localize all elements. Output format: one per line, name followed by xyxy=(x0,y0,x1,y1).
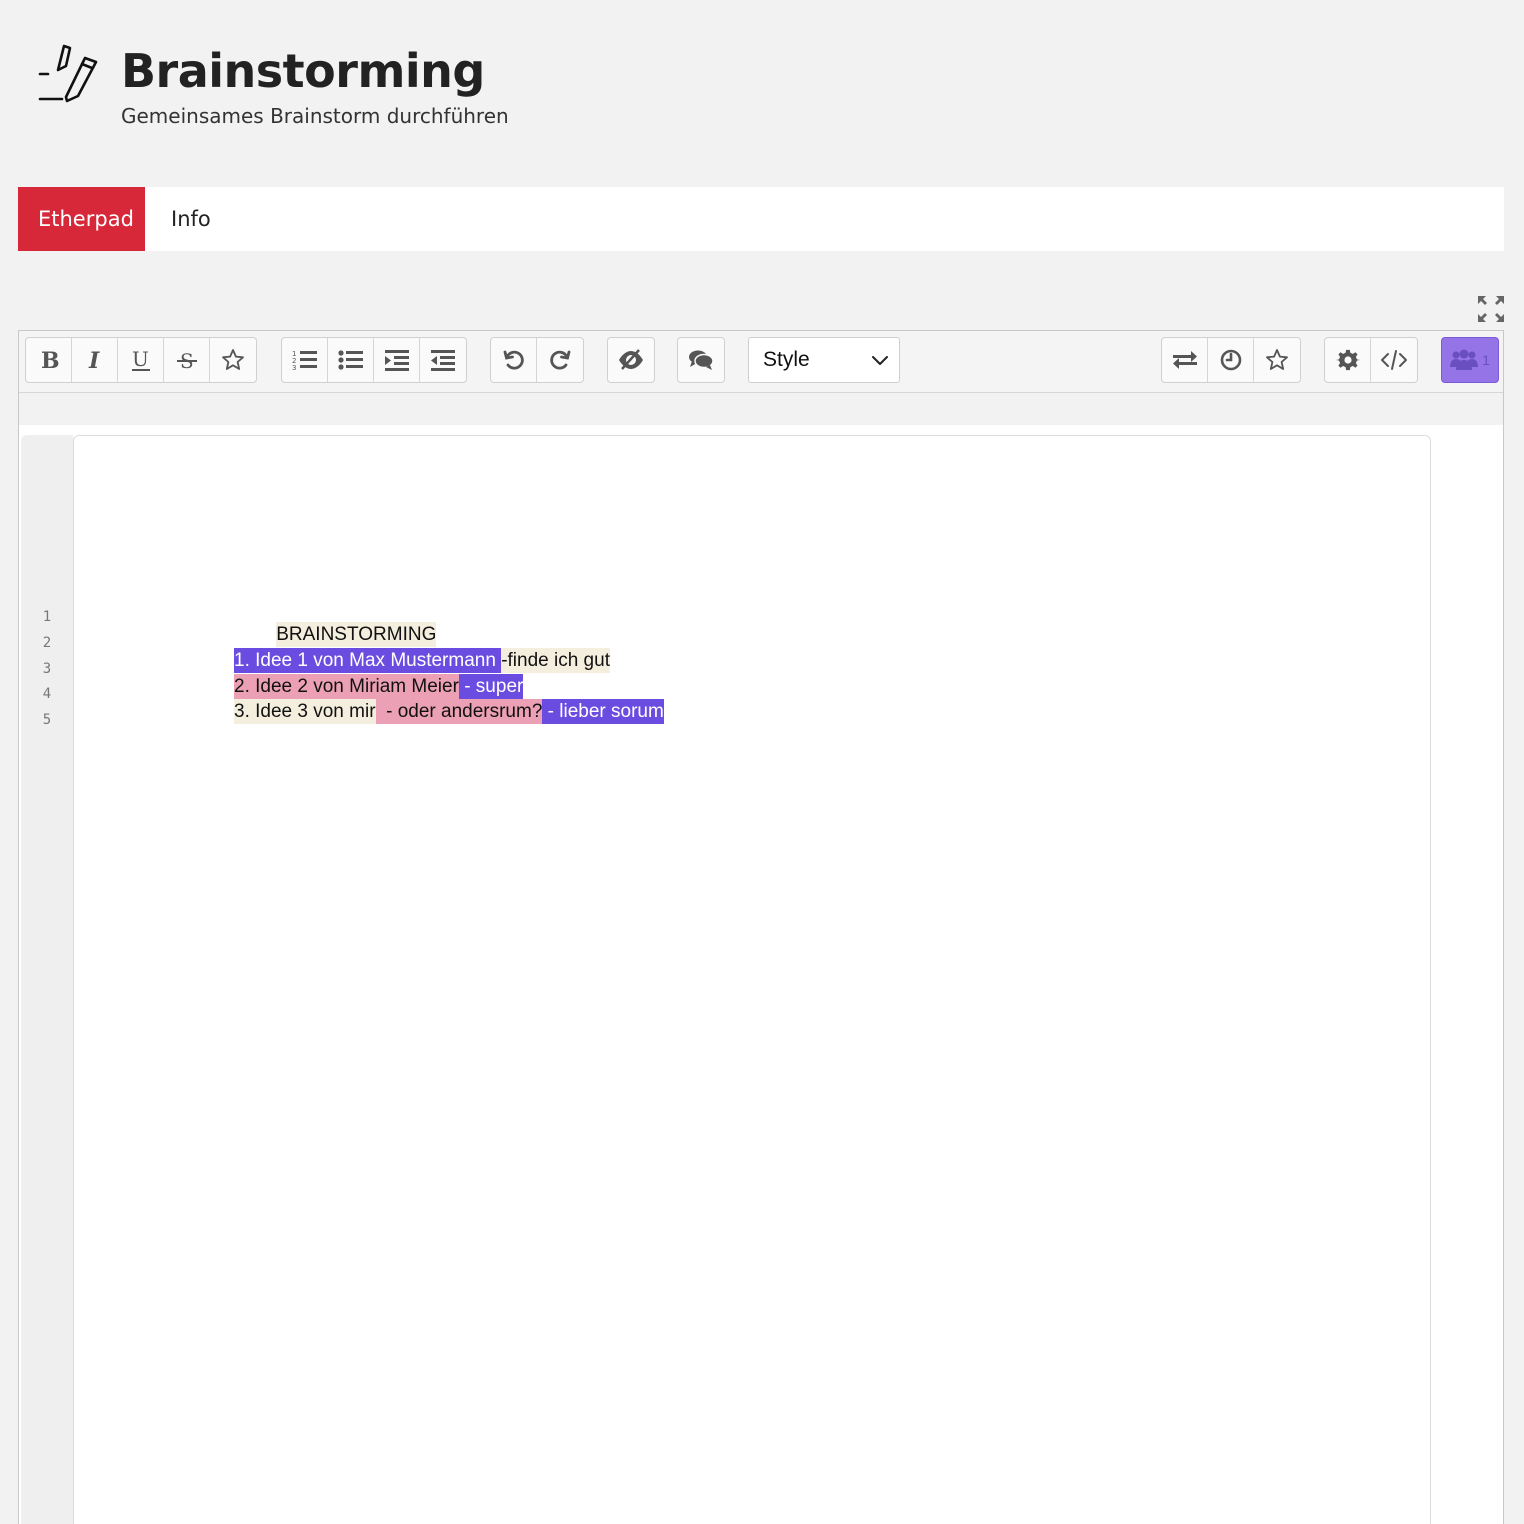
author-colors-toggle[interactable] xyxy=(608,338,654,382)
author-text: - oder andersrum? xyxy=(375,699,543,724)
indent-button[interactable] xyxy=(374,338,420,382)
svg-text:3: 3 xyxy=(292,364,296,372)
settings-button[interactable] xyxy=(1325,338,1371,382)
outdent-button[interactable] xyxy=(420,338,466,382)
eye-slash-icon xyxy=(619,349,643,370)
format-group: B I U S xyxy=(25,337,257,383)
svg-text:U: U xyxy=(132,348,149,371)
users-button[interactable]: 1 xyxy=(1441,337,1499,383)
author-text: BRAINSTORMING xyxy=(276,622,437,647)
list-group: 1 2 3 xyxy=(281,337,467,383)
editor-line-5[interactable]: 3. Idee 3 von mir - oder andersrum? - li… xyxy=(234,699,664,724)
line-number: 3 xyxy=(42,661,52,677)
tab-etherpad[interactable]: Etherpad xyxy=(18,187,145,251)
timeslider-button[interactable] xyxy=(1208,338,1254,382)
document-page[interactable]: BRAINSTORMING 1. Idee 1 von Max Musterma… xyxy=(73,435,1431,1524)
page-title: Brainstorming xyxy=(121,44,485,98)
bold-icon: B xyxy=(41,348,60,372)
italic-icon: I xyxy=(88,348,100,372)
fullscreen-icon[interactable] xyxy=(1477,295,1505,323)
undo-button[interactable] xyxy=(491,338,537,382)
tab-info[interactable]: Info xyxy=(151,187,231,251)
ordered-list-button[interactable]: 1 2 3 xyxy=(282,338,328,382)
indent-icon xyxy=(384,350,409,371)
star-icon xyxy=(222,349,244,370)
pencil-icon xyxy=(38,44,98,103)
editor-line-3[interactable]: 1. Idee 1 von Max Mustermann -finde ich … xyxy=(234,648,610,673)
author-text: 1. Idee 1 von Max Mustermann xyxy=(234,648,502,673)
style-select[interactable]: Style xyxy=(748,337,900,383)
comments-icon xyxy=(689,350,714,370)
svg-text:B: B xyxy=(41,348,60,372)
import-export-icon xyxy=(1172,351,1197,369)
bold-button[interactable]: B xyxy=(26,338,72,382)
unordered-list-button[interactable] xyxy=(328,338,374,382)
author-text: - lieber sorum xyxy=(542,699,664,724)
italic-button[interactable]: I xyxy=(72,338,118,382)
strikethrough-icon: S xyxy=(176,349,197,372)
line-number: 2 xyxy=(42,635,52,651)
author-text: 3. Idee 3 von mir xyxy=(234,699,376,724)
editor-line-4[interactable]: 2. Idee 2 von Miriam Meier - super xyxy=(234,674,524,699)
editor-area: 1 2 3 4 5 BRAINSTORMING 1. Idee 1 von Ma… xyxy=(19,425,1503,1524)
settings-icon xyxy=(1335,349,1360,371)
saved-revision-button[interactable] xyxy=(1254,338,1300,382)
line-number-gutter: 1 2 3 4 5 xyxy=(21,435,73,1524)
star-icon xyxy=(1266,349,1288,370)
page-subtitle: Gemeinsames Brainstorm durchführen xyxy=(121,104,509,128)
style-select-value: Style xyxy=(763,348,810,371)
undo-icon xyxy=(503,350,524,370)
import-export-button[interactable] xyxy=(1162,338,1208,382)
outdent-icon xyxy=(431,350,455,371)
settings-group xyxy=(1324,337,1418,383)
line-number: 4 xyxy=(42,686,52,702)
right-tools-group xyxy=(1161,337,1301,383)
etherpad-frame: B I U S 1 2 3 Style 1 1 2 3 4 5 BRAINSTO… xyxy=(18,330,1504,1524)
line-number: 5 xyxy=(42,712,52,728)
users-count: 1 xyxy=(1482,352,1490,368)
chevron-down-icon xyxy=(872,356,888,365)
comment-group xyxy=(677,337,725,383)
history-group xyxy=(490,337,584,383)
redo-button[interactable] xyxy=(537,338,583,382)
author-text: 2. Idee 2 von Miriam Meier xyxy=(234,674,459,699)
editor-line-1[interactable]: BRAINSTORMING xyxy=(234,597,437,647)
line-number: 1 xyxy=(42,609,52,625)
author-text: -finde ich gut xyxy=(501,648,610,673)
comment-button[interactable] xyxy=(678,338,724,382)
app-header: Brainstorming Gemeinsames Brainstorm dur… xyxy=(0,0,1524,160)
underline-button[interactable]: U xyxy=(118,338,164,382)
embed-button[interactable] xyxy=(1371,338,1417,382)
tab-bar: Etherpad Info xyxy=(18,187,1504,251)
ordered-list-icon: 1 2 3 xyxy=(292,350,317,372)
embed-icon xyxy=(1381,350,1407,370)
editor-toolbar: B I U S 1 2 3 Style 1 xyxy=(19,331,1503,393)
redo-icon xyxy=(550,350,571,370)
visibility-group xyxy=(607,337,655,383)
highlight-button[interactable] xyxy=(210,338,256,382)
editor-subbar xyxy=(19,393,1503,425)
author-text: - super xyxy=(458,674,524,699)
strikethrough-button[interactable]: S xyxy=(164,338,210,382)
underline-icon: U xyxy=(131,348,150,371)
svg-text:I: I xyxy=(88,348,100,372)
unordered-list-icon xyxy=(337,350,363,370)
users-icon xyxy=(1450,349,1479,370)
history-icon xyxy=(1220,349,1241,371)
